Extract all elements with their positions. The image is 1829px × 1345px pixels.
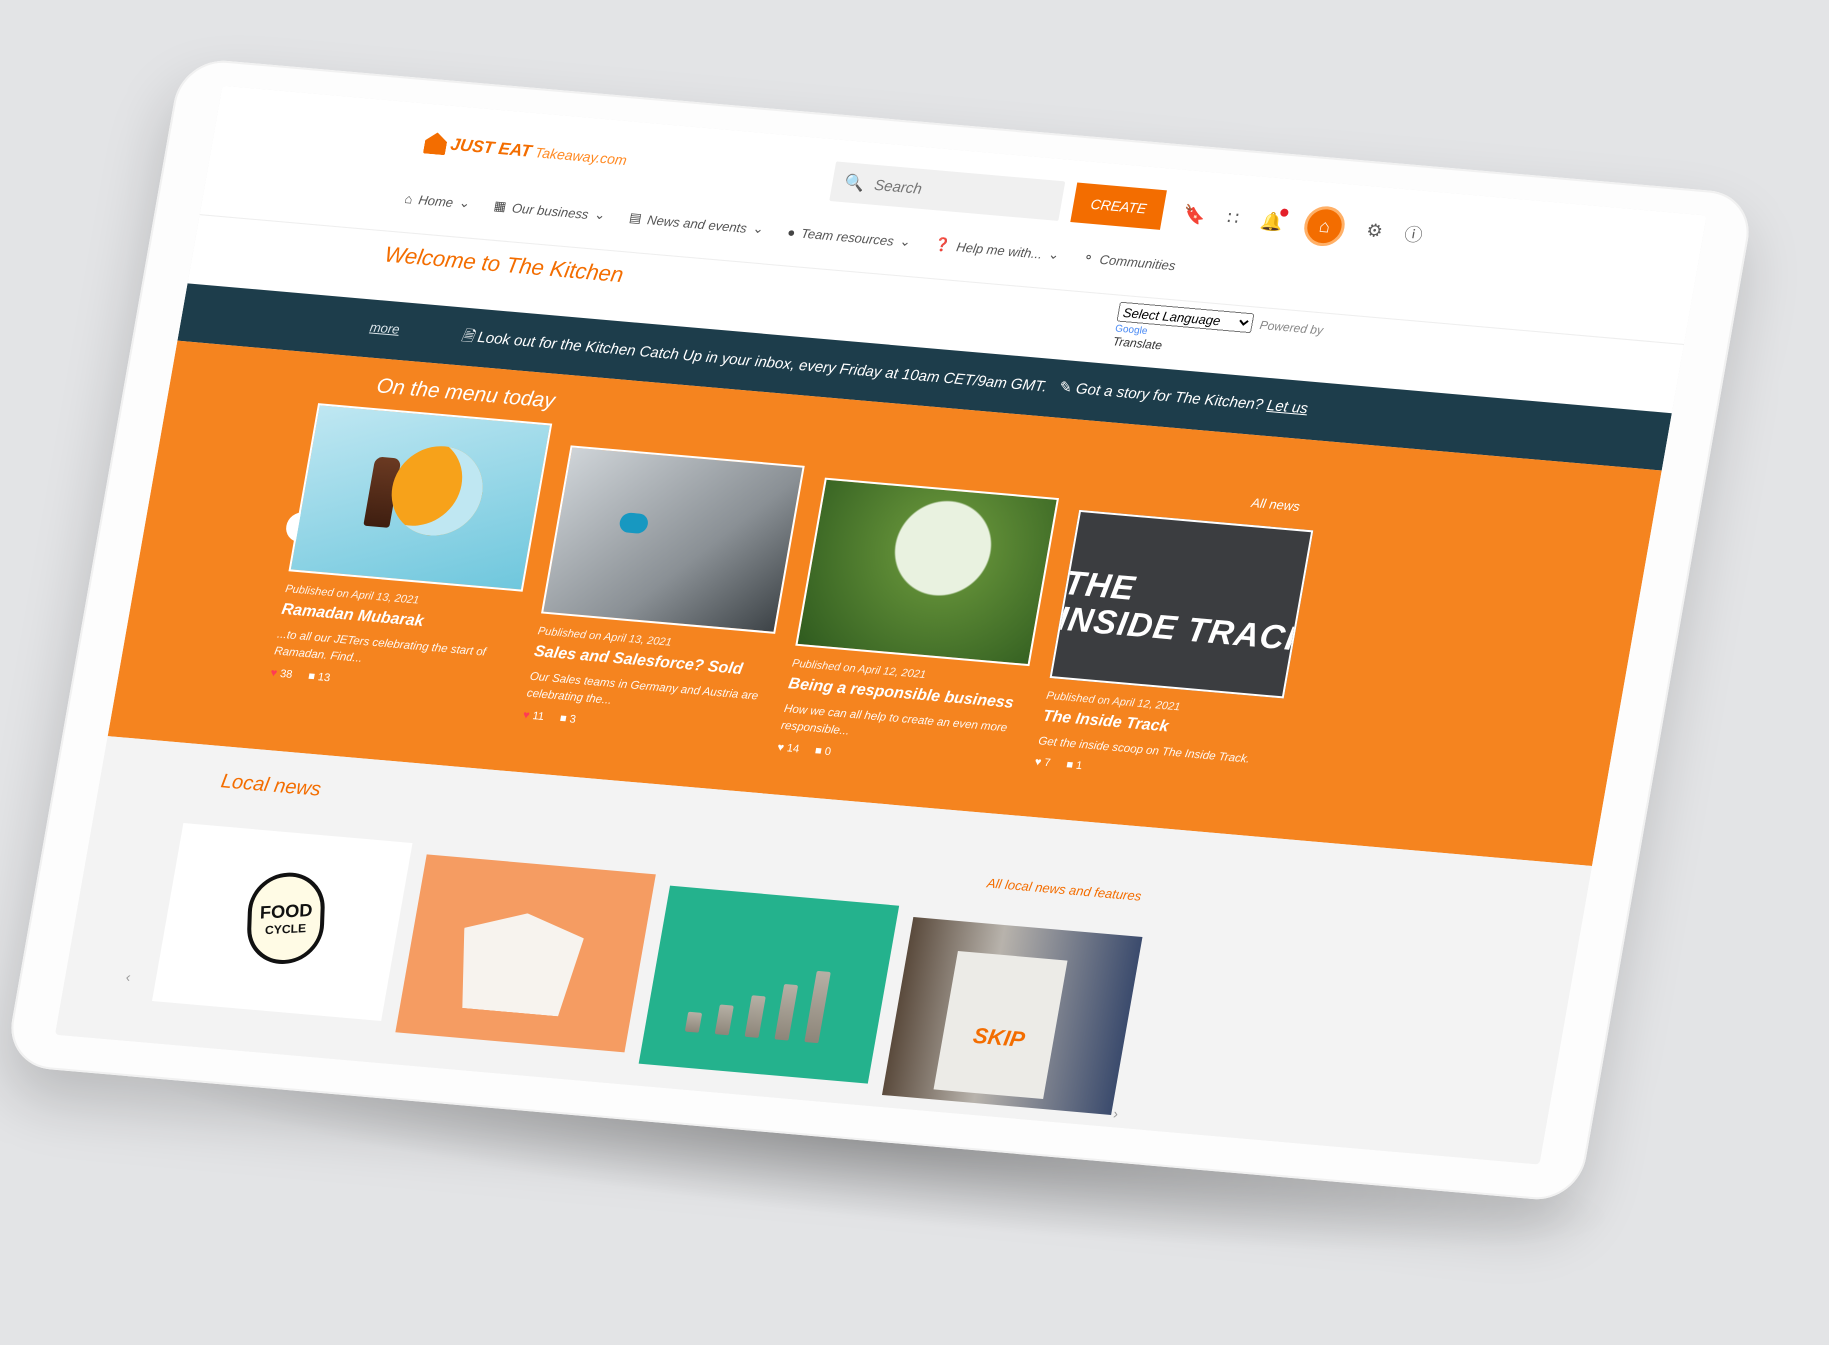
news-card-image[interactable] <box>795 477 1060 667</box>
search-input[interactable] <box>872 176 1046 209</box>
news-card-image[interactable] <box>541 445 805 634</box>
comment-count[interactable]: ■ 1 <box>1065 759 1083 772</box>
section-title: On the menu today <box>374 374 557 413</box>
food-cycle-logo: FOOD CYCLE <box>245 870 326 966</box>
comment-icon: ■ <box>1065 759 1074 772</box>
team-icon: ● <box>786 224 797 240</box>
news-card[interactable]: THE INSIDE TRACK Published on April 12, … <box>1032 509 1314 796</box>
comment-icon: ■ <box>814 744 823 757</box>
news-card[interactable]: Published on April 12, 2021 Being a resp… <box>776 477 1060 774</box>
like-count[interactable]: ♥ 11 <box>522 709 545 723</box>
inside-track-image-text: THE INSIDE TRACK <box>1054 564 1314 660</box>
nav-item-our-business[interactable]: ▦ Our business ⌄ <box>493 198 607 224</box>
coin-stack <box>804 970 831 1044</box>
page-title: Welcome to The Kitchen <box>382 241 626 288</box>
screen: JUST EAT Takeaway.com 🔍 CREATE 🔖 ∷ 🔔 ⌂ ⚙… <box>55 85 1707 1165</box>
help-icon: ❓ <box>933 236 953 253</box>
communities-icon: ⚬ <box>1081 249 1096 266</box>
ticker-more-link[interactable]: more <box>369 319 401 336</box>
comment-icon: ■ <box>558 712 568 725</box>
logo-text: JUST EAT <box>449 134 534 161</box>
skip-bag-image: SKIP <box>933 951 1068 1100</box>
takeaway-box-image <box>450 908 587 1017</box>
like-count[interactable]: ♥ 14 <box>776 741 800 755</box>
home-icon: ⌂ <box>403 190 415 207</box>
section-title: Local news <box>219 770 323 801</box>
tablet-frame: JUST EAT Takeaway.com 🔍 CREATE 🔖 ∷ 🔔 ⌂ ⚙… <box>4 56 1756 1204</box>
avatar[interactable]: ⌂ <box>1301 204 1349 248</box>
help-circle-icon[interactable]: ⓘ <box>1402 220 1424 247</box>
logo-sub: Takeaway.com <box>533 144 629 169</box>
heart-icon: ♥ <box>776 741 785 754</box>
local-news-card[interactable] <box>395 854 656 1053</box>
heart-icon: ♥ <box>1033 756 1043 769</box>
search-box[interactable]: 🔍 <box>829 161 1066 221</box>
logo[interactable]: JUST EAT Takeaway.com <box>423 132 629 171</box>
nav-item-news-and-events[interactable]: ▤ News and events ⌄ <box>628 210 765 238</box>
coin-stack <box>684 1011 703 1033</box>
search-icon: 🔍 <box>843 174 866 193</box>
building-icon: ▦ <box>492 197 508 214</box>
news-card-image[interactable] <box>288 403 553 592</box>
comment-icon: ■ <box>307 669 316 683</box>
coin-stack <box>714 1004 734 1036</box>
chevron-left-icon[interactable]: ‹ <box>125 969 132 985</box>
bookmark-icon[interactable]: 🔖 <box>1181 203 1207 226</box>
like-count[interactable]: ♥ 7 <box>1034 756 1052 769</box>
ticker-message-story: ✎ Got a story for The Kitchen? Let us <box>1057 378 1310 418</box>
comment-count[interactable]: ■ 13 <box>307 670 331 684</box>
let-us-link[interactable]: Let us <box>1266 397 1310 417</box>
notification-bell-icon[interactable]: 🔔 <box>1259 210 1285 233</box>
nav-item-communities[interactable]: ⚬ Communities <box>1082 249 1177 273</box>
news-card-image[interactable]: THE INSIDE TRACK <box>1049 509 1314 699</box>
news-card[interactable]: Published on April 13, 2021 Sales and Sa… <box>520 445 805 751</box>
heart-icon: ♥ <box>269 666 279 680</box>
salesforce-cloud-icon <box>618 512 650 535</box>
logo-house-icon <box>423 132 449 156</box>
local-news-card[interactable]: FOOD CYCLE <box>152 823 413 1022</box>
local-news-carousel: FOOD CYCLE SKIP <box>147 823 1148 1115</box>
comment-count[interactable]: ■ 0 <box>814 744 832 757</box>
news-carousel: Published on April 13, 2021 Ramadan Muba… <box>264 403 1320 796</box>
powered-by-label: Powered by <box>1258 317 1325 337</box>
create-button[interactable]: CREATE <box>1070 182 1167 230</box>
gear-icon[interactable]: ⚙ <box>1365 220 1385 242</box>
nav-item-team-resources[interactable]: ● Team resources ⌄ <box>786 224 912 251</box>
local-news-card[interactable]: SKIP <box>881 916 1143 1115</box>
coin-stack <box>744 995 766 1038</box>
language-widget: Select Language Powered by Google Transl… <box>1112 301 1325 366</box>
chevron-right-icon[interactable]: › <box>1112 1105 1119 1121</box>
news-card[interactable]: Published on April 13, 2021 Ramadan Muba… <box>264 403 553 728</box>
nav-item-help-me-with[interactable]: ❓ Help me with... ⌄ <box>933 236 1060 263</box>
comment-count[interactable]: ■ 3 <box>559 712 577 725</box>
heart-icon: ♥ <box>522 708 531 722</box>
apps-grid-icon[interactable]: ∷ <box>1225 207 1241 229</box>
local-news-card[interactable] <box>638 885 900 1084</box>
crescent-moon-icon <box>384 442 490 540</box>
newspaper-icon: ▤ <box>628 209 643 226</box>
header-icons: 🔖 ∷ 🔔 ⌂ ⚙ ⓘ <box>1180 194 1426 254</box>
like-count[interactable]: ♥ 38 <box>270 667 294 681</box>
coin-stack <box>774 983 799 1041</box>
nav-item-home[interactable]: ⌂ Home ⌄ <box>403 190 472 212</box>
